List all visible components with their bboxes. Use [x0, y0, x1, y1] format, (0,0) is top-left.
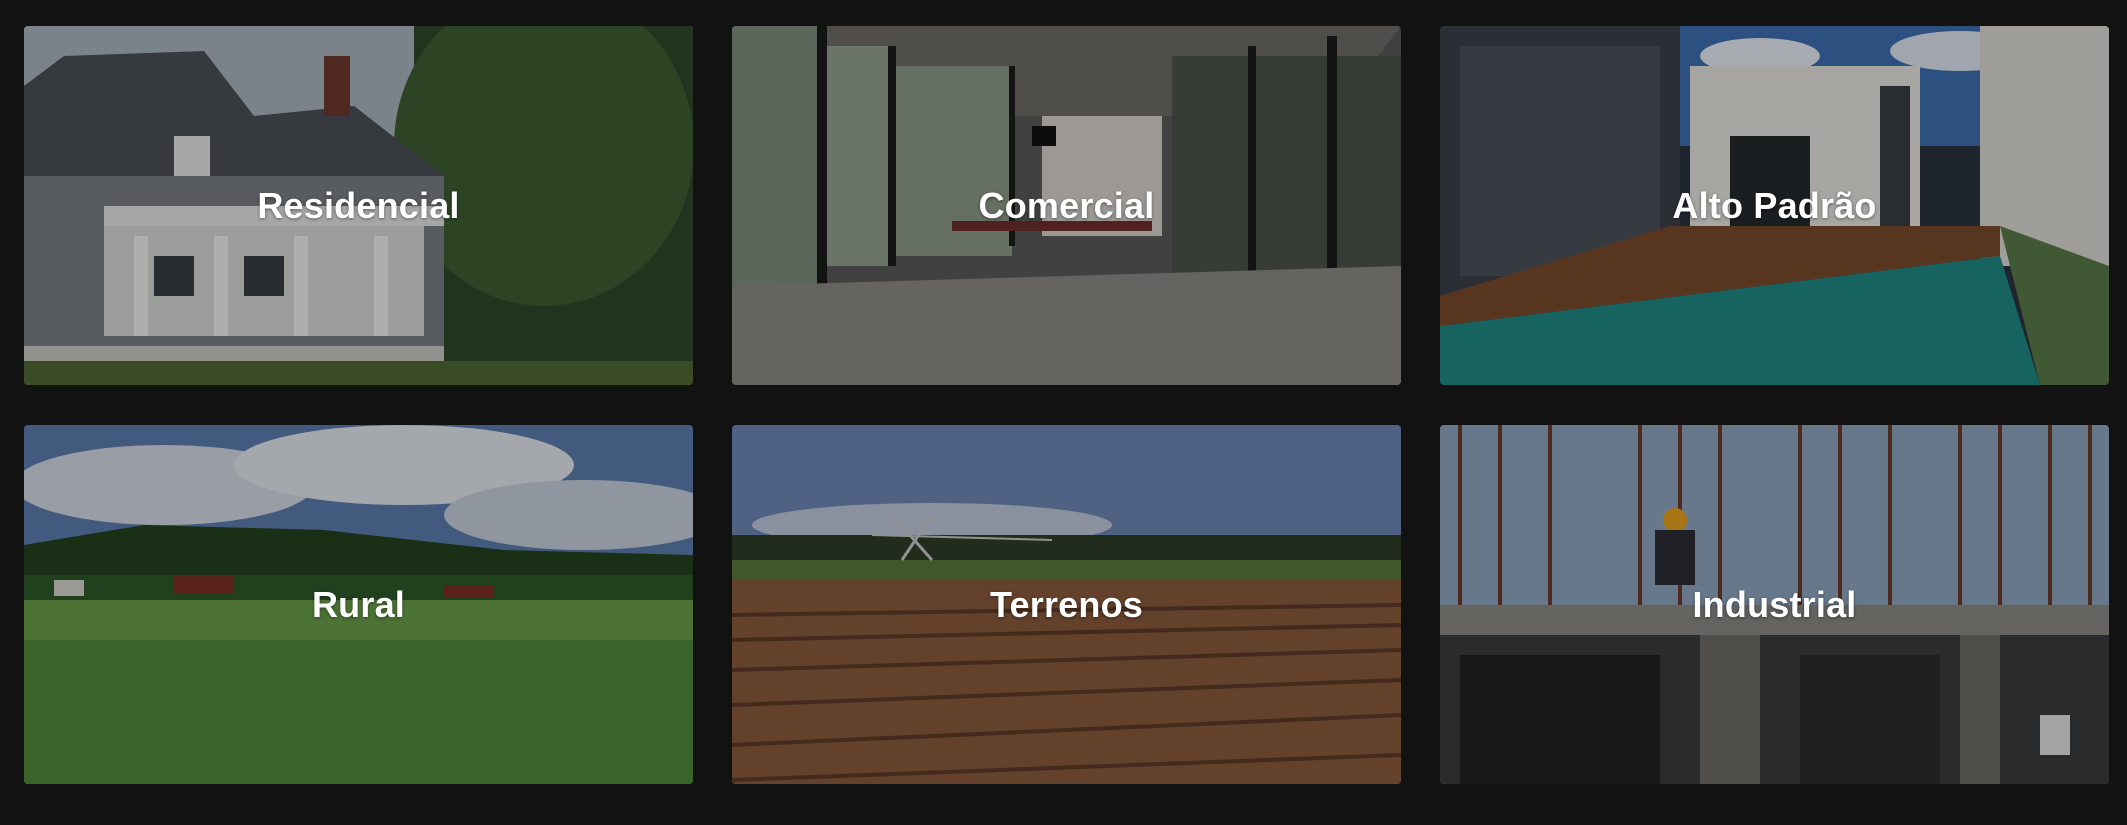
category-label: Residencial [257, 184, 460, 226]
category-card-comercial[interactable]: Comercial [732, 26, 1401, 385]
category-card-rural[interactable]: Rural [24, 425, 693, 784]
category-card-residencial[interactable]: Residencial [24, 26, 693, 385]
category-label: Terrenos [990, 583, 1143, 625]
category-card-terrenos[interactable]: Terrenos [732, 425, 1401, 784]
category-label: Industrial [1692, 583, 1857, 625]
property-category-grid: Residencial Comercial Alto Padrão Rural … [24, 26, 2109, 784]
category-card-industrial[interactable]: Industrial [1440, 425, 2109, 784]
category-label: Rural [311, 583, 406, 625]
category-label: Alto Padrão [1672, 184, 1877, 226]
category-label: Comercial [978, 184, 1155, 226]
category-card-alto-padrao[interactable]: Alto Padrão [1440, 26, 2109, 385]
